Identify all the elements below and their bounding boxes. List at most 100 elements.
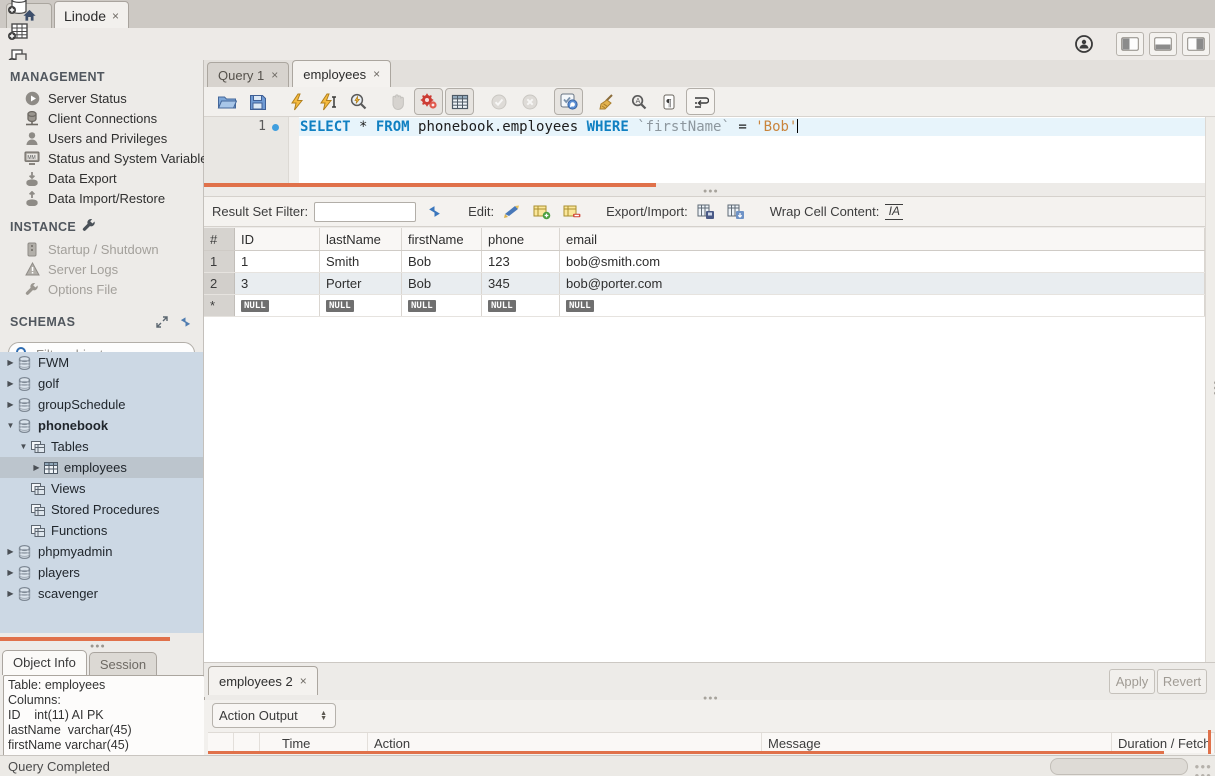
limit-rows-icon[interactable]	[445, 88, 474, 115]
delete-row-icon[interactable]	[560, 201, 584, 223]
close-icon[interactable]: ×	[373, 67, 380, 81]
tree-item-groupschedule[interactable]: ▶groupSchedule	[0, 394, 203, 415]
grid-cell[interactable]: Porter	[320, 273, 402, 294]
editor-tab-employees[interactable]: employees×	[292, 60, 391, 87]
create-schema-icon[interactable]	[3, 0, 33, 18]
tree-item-functions[interactable]: Functions	[0, 520, 203, 541]
expander-icon[interactable]: ▶	[5, 400, 16, 409]
grid-cell[interactable]: NULL	[560, 295, 1205, 316]
panel-left-toggle[interactable]	[1116, 32, 1144, 56]
stop-on-error-icon[interactable]	[414, 88, 443, 115]
save-icon[interactable]	[243, 88, 272, 115]
tree-item-players[interactable]: ▶players	[0, 562, 203, 583]
expander-icon[interactable]: ▶	[5, 358, 16, 367]
editor-tab-query-1[interactable]: Query 1×	[207, 62, 289, 87]
grid-cell[interactable]: 1	[235, 251, 320, 272]
sidebar-item-startup-shutdown[interactable]: Startup / Shutdown	[0, 239, 203, 259]
sidebar-item-users-and-privileges[interactable]: Users and Privileges	[0, 128, 203, 148]
expander-icon[interactable]: ▶	[31, 463, 42, 472]
expander-icon[interactable]: ▶	[5, 547, 16, 556]
user-circle-icon[interactable]	[1069, 31, 1099, 57]
apply-button[interactable]: Apply	[1109, 669, 1155, 694]
create-table-icon[interactable]	[3, 18, 33, 44]
grid-cell[interactable]: Bob	[402, 273, 482, 294]
grid-cell[interactable]: 123	[482, 251, 560, 272]
result-filter-input[interactable]	[314, 202, 416, 222]
tree-item-employees[interactable]: ▶employees	[0, 457, 203, 478]
horizontal-scrollbar[interactable]	[1050, 758, 1188, 775]
column-header-phone[interactable]: phone	[482, 228, 560, 250]
invisibles-icon[interactable]: ¶	[655, 88, 684, 115]
grid-cell[interactable]: 345	[482, 273, 560, 294]
find-icon[interactable]: A	[624, 88, 653, 115]
close-icon[interactable]: ×	[271, 68, 278, 82]
editor-result-splitter[interactable]: ●●●	[703, 188, 719, 195]
column-header-email[interactable]: email	[560, 228, 1205, 250]
grid-cell[interactable]: NULL	[235, 295, 320, 316]
autocommit-icon[interactable]	[554, 88, 583, 115]
result-set-tab[interactable]: employees 2 ×	[208, 666, 318, 695]
sidebar-item-data-import-restore[interactable]: Data Import/Restore	[0, 188, 203, 208]
panel-bottom-toggle[interactable]	[1149, 32, 1177, 56]
column-header-id[interactable]: ID	[235, 228, 320, 250]
beautify-icon[interactable]	[593, 88, 622, 115]
grid-cell[interactable]: NULL	[402, 295, 482, 316]
tree-item-stored-procedures[interactable]: Stored Procedures	[0, 499, 203, 520]
grid-cell[interactable]: NULL	[320, 295, 402, 316]
close-icon[interactable]: ×	[300, 674, 307, 688]
grid-cell[interactable]: Smith	[320, 251, 402, 272]
expander-icon[interactable]: ▼	[5, 421, 16, 430]
output-selector[interactable]: Action Output ▲▼	[212, 703, 336, 728]
refresh-results-icon[interactable]	[422, 201, 446, 223]
expander-icon[interactable]: ▶	[5, 379, 16, 388]
edit-record-icon[interactable]	[500, 201, 524, 223]
grid-row[interactable]: 11SmithBob123bob@smith.com	[204, 251, 1205, 273]
grid-cell[interactable]: bob@smith.com	[560, 251, 1205, 272]
open-file-icon[interactable]	[212, 88, 241, 115]
panel-right-toggle[interactable]	[1182, 32, 1210, 56]
execute-current-icon[interactable]	[313, 88, 342, 115]
stop-icon[interactable]	[383, 88, 412, 115]
grid-cell[interactable]: bob@porter.com	[560, 273, 1205, 294]
grid-new-row[interactable]: *NULLNULLNULLNULLNULL	[204, 295, 1205, 317]
expander-icon[interactable]: ▶	[5, 589, 16, 598]
rollback-icon[interactable]	[515, 88, 544, 115]
execute-icon[interactable]	[282, 88, 311, 115]
tab-session[interactable]: Session	[89, 652, 157, 675]
commit-icon[interactable]	[484, 88, 513, 115]
result-grid[interactable]: #IDlastNamefirstNamephoneemail11SmithBob…	[204, 228, 1206, 662]
import-records-icon[interactable]	[724, 201, 748, 223]
resize-grip[interactable]: ●●●●●●	[1195, 762, 1213, 776]
expander-icon[interactable]: ▶	[5, 568, 16, 577]
sidebar-item-client-connections[interactable]: Client Connections	[0, 108, 203, 128]
sidebar-item-server-status[interactable]: Server Status	[0, 88, 203, 108]
tree-item-tables[interactable]: ▼Tables	[0, 436, 203, 457]
close-icon[interactable]: ×	[112, 9, 119, 23]
expander-icon[interactable]: ▼	[18, 442, 29, 451]
grid-cell[interactable]: NULL	[482, 295, 560, 316]
tree-item-scavenger[interactable]: ▶scavenger	[0, 583, 203, 604]
wrap-text-icon[interactable]	[686, 88, 715, 115]
right-panel-splitter[interactable]: ●●●	[1211, 381, 1215, 397]
sidebar-splitter[interactable]: ●●●	[90, 643, 106, 650]
tree-item-fwm[interactable]: ▶FWM	[0, 352, 203, 373]
grid-row[interactable]: 23PorterBob345bob@porter.com	[204, 273, 1205, 295]
refresh-schemas-icon[interactable]	[175, 309, 195, 335]
column-header-firstname[interactable]: firstName	[402, 228, 482, 250]
connection-tab[interactable]: Linode ×	[54, 1, 129, 29]
revert-button[interactable]: Revert	[1157, 669, 1207, 694]
tree-item-phpmyadmin[interactable]: ▶phpmyadmin	[0, 541, 203, 562]
tree-item-views[interactable]: Views	[0, 478, 203, 499]
export-recordset-icon[interactable]	[694, 201, 718, 223]
grid-cell[interactable]: 3	[235, 273, 320, 294]
wrap-cell-content-icon[interactable]: IA	[885, 204, 903, 220]
expand-schemas-icon[interactable]	[152, 309, 172, 335]
column-header-lastname[interactable]: lastName	[320, 228, 402, 250]
grid-cell[interactable]: Bob	[402, 251, 482, 272]
sidebar-item-server-logs[interactable]: Server Logs	[0, 259, 203, 279]
sidebar-item-options-file[interactable]: Options File	[0, 279, 203, 299]
tree-item-golf[interactable]: ▶golf	[0, 373, 203, 394]
sql-editor[interactable]: 1 SELECT * FROM phonebook.employees WHER…	[204, 117, 1215, 183]
explain-icon[interactable]	[344, 88, 373, 115]
tab-object-info[interactable]: Object Info	[2, 650, 87, 675]
